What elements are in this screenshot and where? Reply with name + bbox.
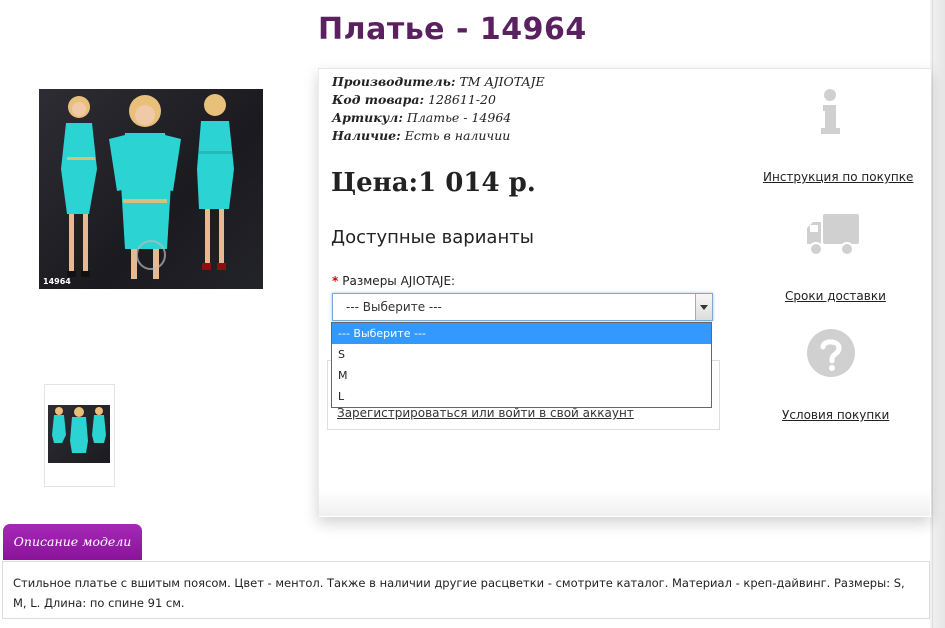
meta-label: Артикул: [332,110,403,125]
tab-description[interactable]: Описание модели [3,524,142,560]
page-title: Платье - 14964 [318,12,587,47]
size-option-s[interactable]: S [332,344,711,365]
meta-label: Производитель: [332,74,456,89]
meta-availability: Наличие: Есть в наличии [332,128,510,143]
register-login-link[interactable]: Зарегистрироваться или войти в свой акка… [337,406,634,420]
window-edge-line [932,0,933,628]
product-thumbnail[interactable] [44,384,115,487]
panel-shadow [318,490,930,516]
image-code: 14964 [43,277,71,286]
delivery-link[interactable]: Сроки доставки [785,289,886,303]
size-label: * Размеры AJIOTAJE: [332,274,455,288]
terms-link[interactable]: Условия покупки [782,408,889,422]
size-label-text: Размеры AJIOTAJE: [342,274,456,288]
meta-value: Платье - 14964 [406,110,512,125]
meta-article: Артикул: Платье - 14964 [332,110,511,125]
meta-product-code: Код товара: 128611-20 [332,92,496,107]
variants-heading: Доступные варианты [331,227,534,248]
meta-label: Код товара: [332,92,425,107]
truck-icon[interactable] [805,212,860,262]
product-main-image[interactable]: 14964 [39,89,263,289]
size-select[interactable]: --- Выберите --- [332,293,713,321]
product-description: Стильное платье с вшитым поясом. Цвет - … [2,561,930,619]
meta-manufacturer: Производитель: ТМ AJIOTAJE [332,74,545,89]
thumbnail-illustration [52,407,106,453]
meta-value: 128611-20 [428,92,496,107]
chevron-down-icon[interactable] [695,294,712,320]
dress-photo-illustration [61,94,234,279]
instruction-link[interactable]: Инструкция по покупке [763,170,913,184]
size-option-placeholder[interactable]: --- Выберите --- [332,323,711,344]
thumbnail-image [48,405,110,463]
size-option-m[interactable]: M [332,365,711,386]
question-icon[interactable] [806,328,856,382]
info-icon[interactable] [818,88,844,140]
size-dropdown-list: --- Выберите --- S M L [331,322,712,408]
size-select-value: --- Выберите --- [346,300,442,314]
size-option-l[interactable]: L [332,386,711,407]
meta-value: Есть в наличии [404,128,511,143]
meta-value: ТМ AJIOTAJE [459,74,545,89]
product-price: Цена:1 014 р. [331,168,536,198]
meta-label: Наличие: [332,128,401,143]
required-mark: * [332,274,339,288]
